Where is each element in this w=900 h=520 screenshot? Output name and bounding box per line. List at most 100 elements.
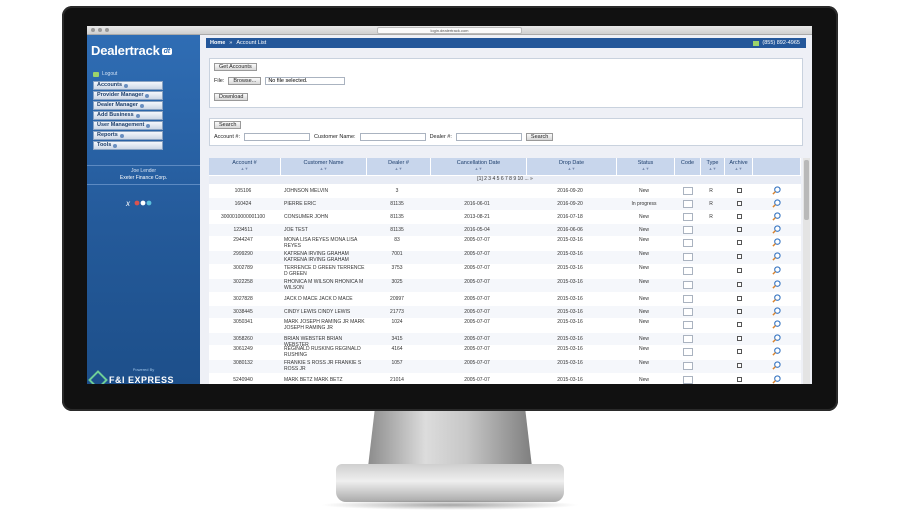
sidebar-item-reports[interactable]: Reports	[93, 131, 163, 140]
sidebar-item-dealer-manager[interactable]: Dealer Manager	[93, 101, 163, 110]
view-magnifier-icon[interactable]	[772, 347, 781, 356]
breadcrumb-home[interactable]: Home	[210, 40, 225, 46]
table-row[interactable]: 3022258 RHONICA M WILSON RHONICA M WILSON…	[209, 279, 801, 292]
column-header[interactable]: Account # ▲▼	[209, 158, 281, 175]
archive-checkbox[interactable]	[737, 296, 742, 301]
view-magnifier-icon[interactable]	[772, 375, 781, 384]
sort-arrows-icon[interactable]: ▲▼	[431, 166, 526, 171]
code-input[interactable]	[683, 321, 693, 329]
sidebar-item-provider-manager[interactable]: Provider Manager	[93, 91, 163, 100]
sidebar-item-add-business[interactable]: Add Business	[93, 111, 163, 120]
archive-checkbox[interactable]	[737, 309, 742, 314]
account-number-input[interactable]	[244, 133, 310, 141]
view-magnifier-icon[interactable]	[772, 361, 781, 370]
sort-arrows-icon[interactable]: ▲▼	[527, 166, 616, 171]
column-header[interactable]: Code	[675, 158, 701, 175]
browse-button[interactable]: Browse...	[228, 77, 262, 85]
archive-checkbox[interactable]	[737, 254, 742, 259]
table-row[interactable]: 3061249 REGINALD RUSKING REGINALD RUSHING…	[209, 346, 801, 359]
logout-link[interactable]: Logout	[93, 71, 117, 77]
get-accounts-tab[interactable]: Get Accounts	[214, 63, 257, 71]
view-magnifier-icon[interactable]	[772, 186, 781, 195]
sidebar-item-accounts[interactable]: Accounts	[93, 81, 163, 90]
archive-checkbox[interactable]	[737, 363, 742, 368]
archive-checkbox[interactable]	[737, 268, 742, 273]
archive-checkbox[interactable]	[737, 282, 742, 287]
dealertrack-logo[interactable]: Dealertrack dt	[91, 43, 172, 58]
view-magnifier-icon[interactable]	[772, 225, 781, 234]
address-bar[interactable]: login.dealertrack.com	[377, 27, 522, 34]
pagination[interactable]: [1] 2 3 4 5 6 7 8 9 10 ... »	[209, 176, 801, 184]
view-magnifier-icon[interactable]	[772, 199, 781, 208]
table-row[interactable]: 105106 JOHNSON MELVIN 3 2016-09-20 New R	[209, 185, 801, 197]
sort-arrows-icon[interactable]: ▲▼	[281, 166, 366, 171]
code-input[interactable]	[683, 362, 693, 370]
code-input[interactable]	[683, 187, 693, 195]
view-magnifier-icon[interactable]	[772, 294, 781, 303]
column-header[interactable]: Dealer # ▲▼	[367, 158, 431, 175]
code-input[interactable]	[683, 348, 693, 356]
sort-arrows-icon[interactable]: ▲▼	[701, 166, 724, 171]
sort-arrows-icon[interactable]: ▲▼	[209, 166, 280, 171]
view-magnifier-icon[interactable]	[772, 307, 781, 316]
column-header[interactable]: Status ▲▼	[617, 158, 675, 175]
view-magnifier-icon[interactable]	[772, 334, 781, 343]
table-row[interactable]: 3038445 CINDY LEWIS CINDY LEWIS 21773 2005-…	[209, 306, 801, 318]
archive-checkbox[interactable]	[737, 377, 742, 382]
search-tab[interactable]: Search	[214, 121, 242, 129]
breadcrumb-account-list[interactable]: Account List	[236, 40, 266, 46]
view-magnifier-icon[interactable]	[772, 280, 781, 289]
table-row[interactable]: 3058260 BRIAN WEBSTER BRIAN WEBSTER 3415 20…	[209, 333, 801, 348]
column-header[interactable]: Cancellation Date ▲▼	[431, 158, 527, 175]
code-input[interactable]	[683, 239, 693, 247]
column-header[interactable]: Drop Date ▲▼	[527, 158, 617, 175]
table-row[interactable]: 160424 PIERRE ERIC 81135 2016-06-01 2016-09-…	[209, 198, 801, 210]
column-header[interactable]: Type ▲▼	[701, 158, 725, 175]
table-scrollbar[interactable]	[803, 158, 810, 384]
search-button[interactable]: Search	[525, 133, 554, 141]
table-row[interactable]: 3050341 MARK JOSEPH RAMING JR MARK JOSEPH…	[209, 319, 801, 332]
sidebar-item-user-management[interactable]: User Management	[93, 121, 163, 130]
sort-arrows-icon[interactable]: ▲▼	[617, 166, 674, 171]
archive-checkbox[interactable]	[737, 201, 742, 206]
table-row[interactable]: 5240940 MARK BETZ MARK BETZ 21014 2005-07-0…	[209, 374, 801, 384]
code-input[interactable]	[683, 308, 693, 316]
sort-arrows-icon[interactable]: ▲▼	[725, 166, 752, 171]
code-input[interactable]	[683, 281, 693, 289]
archive-checkbox[interactable]	[737, 349, 742, 354]
view-magnifier-icon[interactable]	[772, 212, 781, 221]
view-magnifier-icon[interactable]	[772, 320, 781, 329]
code-input[interactable]	[683, 200, 693, 208]
download-button[interactable]: Download	[214, 93, 249, 101]
view-magnifier-icon[interactable]	[772, 238, 781, 247]
table-row[interactable]: 3002789 TERRENCE D GREEN TERRENCE D GREEN…	[209, 265, 801, 278]
sidebar-item-tools[interactable]: Tools	[93, 141, 163, 150]
archive-checkbox[interactable]	[737, 240, 742, 245]
archive-checkbox[interactable]	[737, 227, 742, 232]
archive-checkbox[interactable]	[737, 336, 742, 341]
sort-arrows-icon[interactable]: ▲▼	[367, 166, 430, 171]
view-magnifier-icon[interactable]	[772, 266, 781, 275]
scrollbar-thumb[interactable]	[804, 160, 809, 220]
code-input[interactable]	[683, 295, 693, 303]
table-row[interactable]: 3000010000001100 CONSUMER JOHN 81135 2013-0…	[209, 211, 801, 223]
code-input[interactable]	[683, 376, 693, 384]
file-input[interactable]: No file selected.	[265, 77, 346, 85]
code-input[interactable]	[683, 253, 693, 261]
column-header[interactable]: Archive ▲▼	[725, 158, 753, 175]
code-input[interactable]	[683, 267, 693, 275]
archive-checkbox[interactable]	[737, 188, 742, 193]
column-header[interactable]: Customer Name ▲▼	[281, 158, 367, 175]
view-magnifier-icon[interactable]	[772, 252, 781, 261]
window-controls[interactable]	[91, 28, 109, 32]
table-row[interactable]: 2944247 MONA LISA REYES MONA LISA REYES 83…	[209, 237, 801, 250]
code-input[interactable]	[683, 226, 693, 234]
dealer-number-input[interactable]	[455, 133, 522, 141]
code-input[interactable]	[683, 213, 693, 221]
archive-checkbox[interactable]	[737, 214, 742, 219]
table-row[interactable]: 1234511 JOE TEST 81135 2016-05-04 2016-06-06…	[209, 224, 801, 236]
table-row[interactable]: 3080132 FRANKIE S ROSS JR FRANKIE S ROSS …	[209, 360, 801, 373]
code-input[interactable]	[683, 335, 693, 343]
table-row[interactable]: 2999290 KATRENA IRVING GRAHAM KATRENA IRV…	[209, 251, 801, 264]
archive-checkbox[interactable]	[737, 322, 742, 327]
